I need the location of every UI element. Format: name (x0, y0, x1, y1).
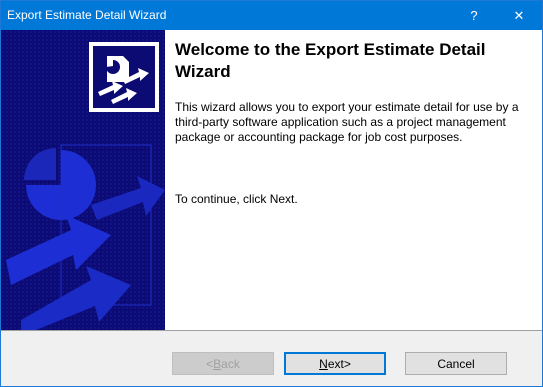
next-button[interactable]: Next > (284, 352, 386, 375)
title-bar: Export Estimate Detail Wizard ? ✕ (1, 1, 542, 30)
wizard-content: Welcome to the Export Estimate Detail Wi… (165, 30, 542, 330)
cancel-label: Cancel (437, 356, 475, 371)
help-icon: ? (470, 8, 478, 23)
wizard-side-image (1, 30, 165, 330)
next-suffix: > (343, 356, 351, 371)
wizard-icon (89, 42, 159, 112)
help-button[interactable]: ? (451, 1, 497, 30)
back-prefix: < (206, 356, 214, 371)
continue-instruction: To continue, click Next. (175, 192, 298, 206)
wizard-window: Export Estimate Detail Wizard ? ✕ Welcom… (0, 0, 543, 387)
back-mnemonic: B (213, 356, 222, 371)
close-icon: ✕ (513, 7, 525, 23)
wizard-artwork (1, 30, 165, 330)
cancel-button[interactable]: Cancel (405, 352, 507, 375)
wizard-description: This wizard allows you to export your es… (175, 100, 519, 144)
button-bar: < Back Next > Cancel (1, 330, 542, 386)
window-title: Export Estimate Detail Wizard (7, 8, 167, 22)
next-label-rest: ext (327, 356, 344, 371)
back-button[interactable]: < Back (172, 352, 274, 375)
next-mnemonic: N (319, 356, 328, 371)
close-button[interactable]: ✕ (496, 1, 542, 30)
page-title: Welcome to the Export Estimate Detail Wi… (175, 40, 486, 81)
back-label-rest: ack (221, 356, 240, 371)
